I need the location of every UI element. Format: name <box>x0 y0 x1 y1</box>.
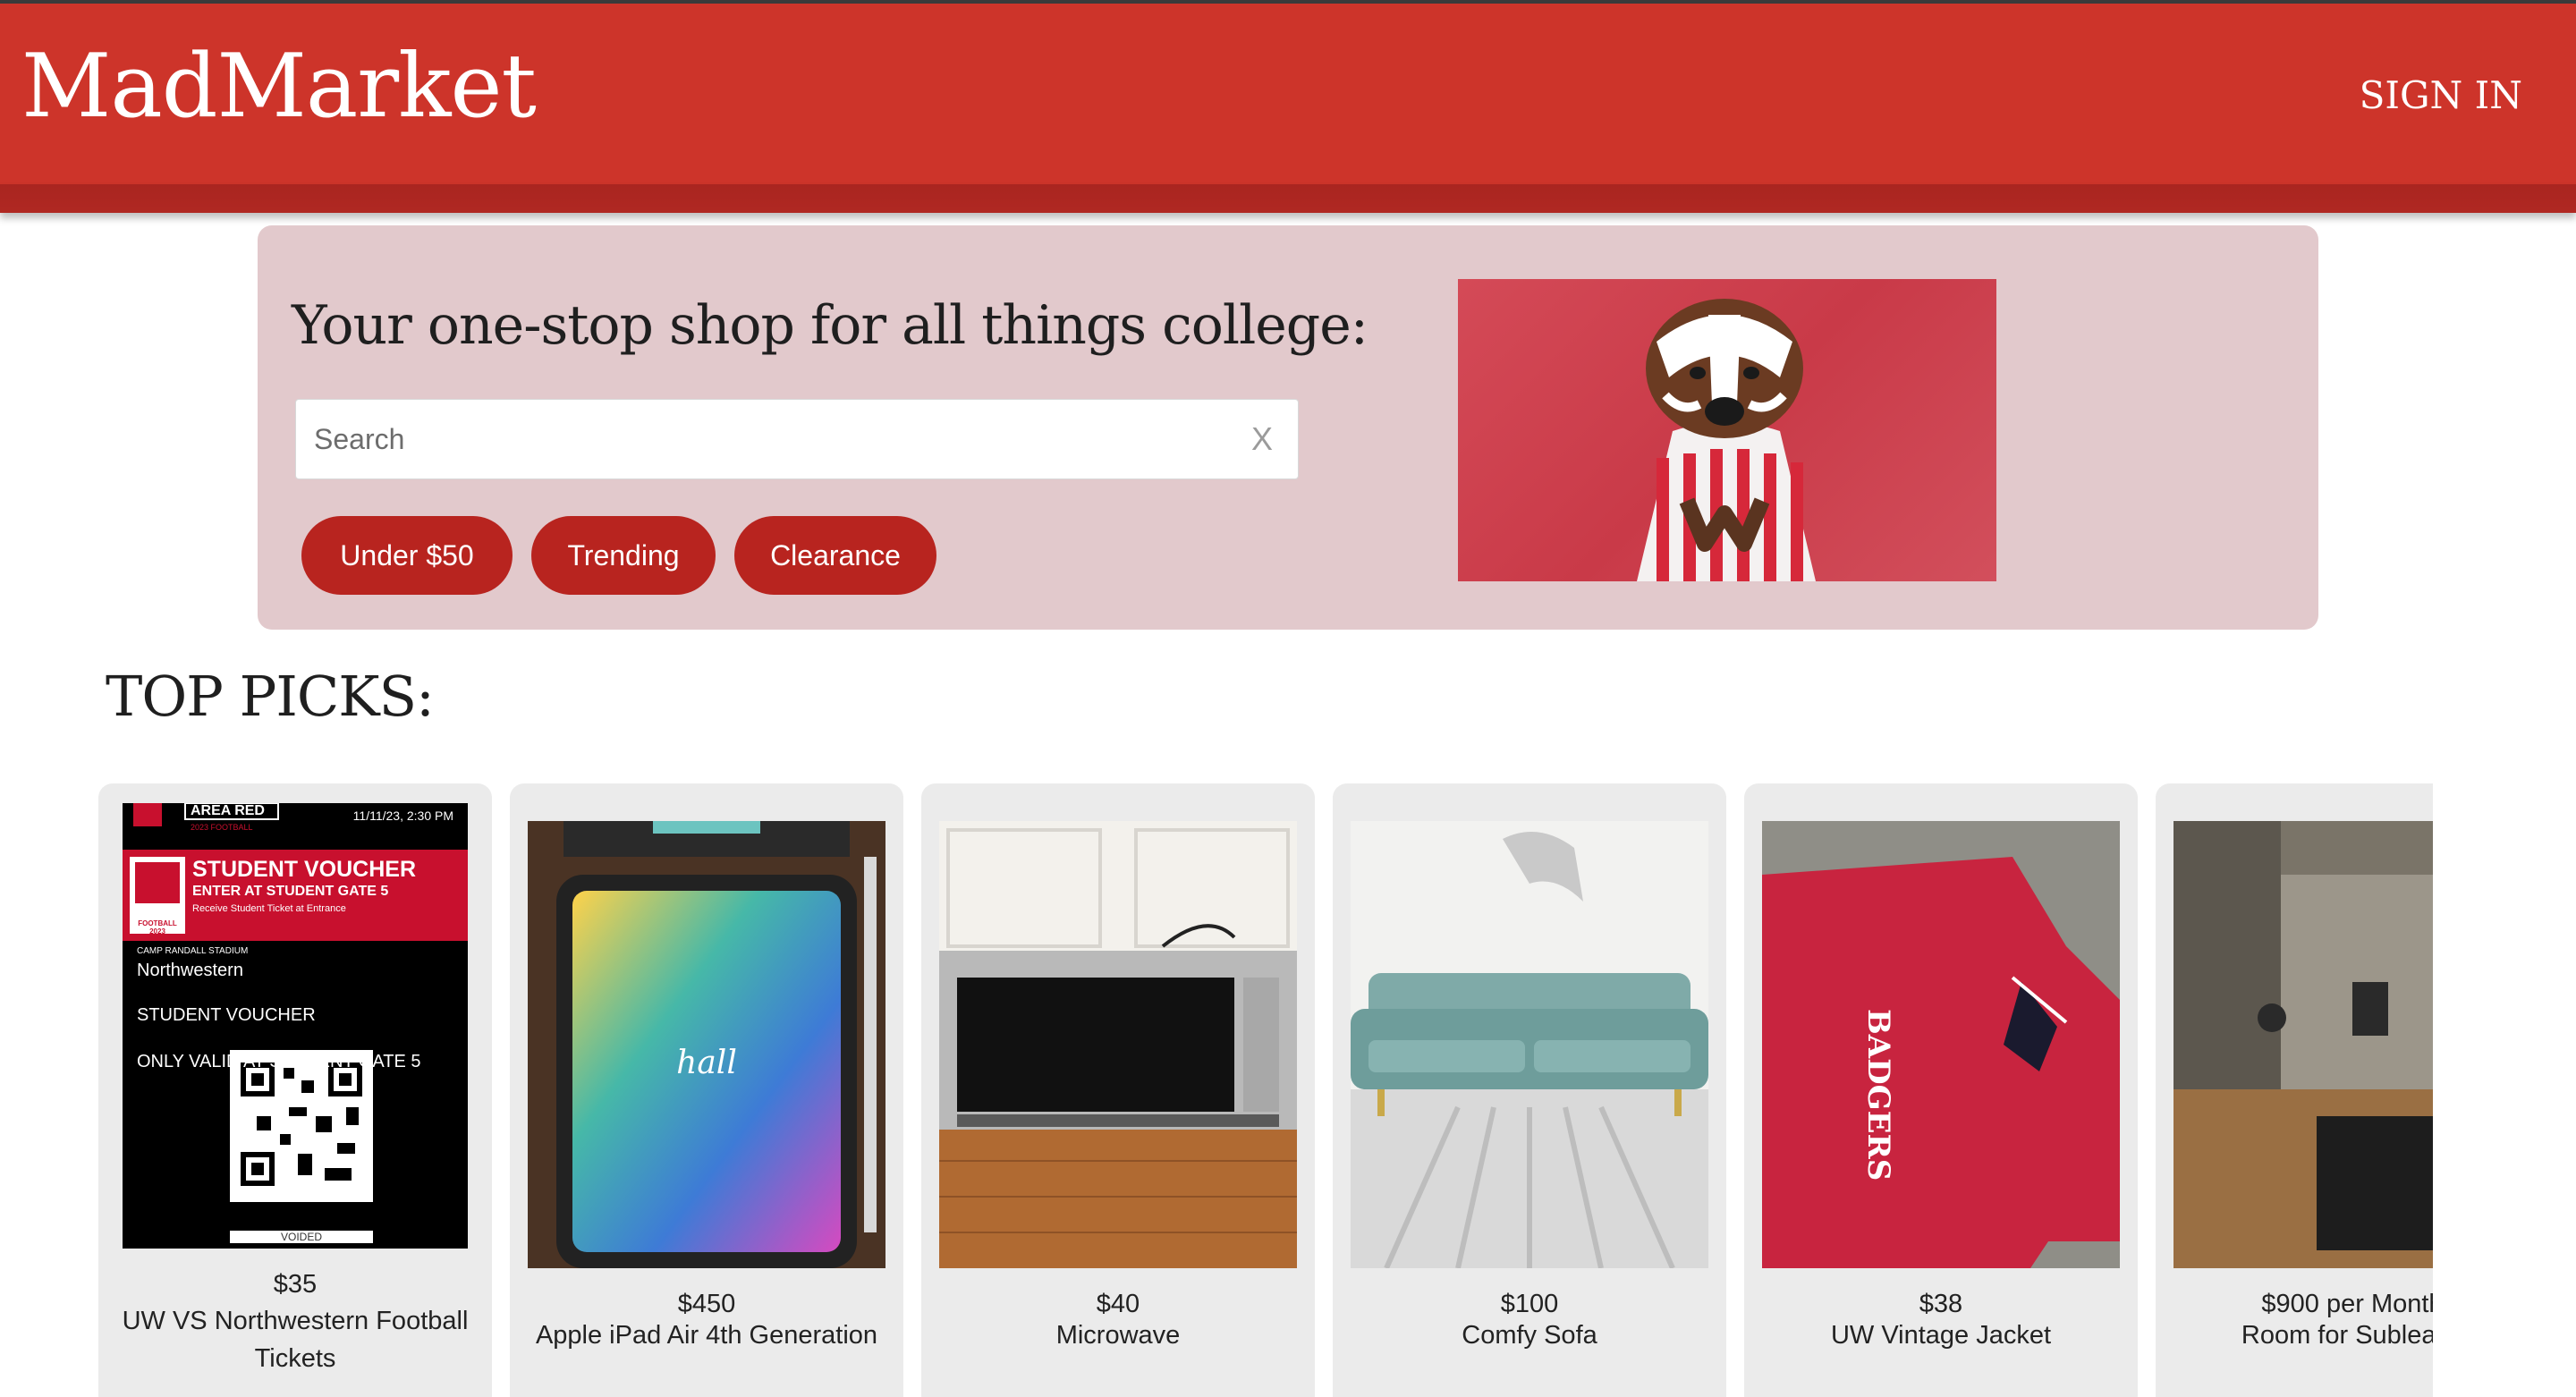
sign-in-button[interactable]: SIGN IN <box>2360 77 2522 114</box>
search-box: X <box>295 399 1299 479</box>
ticket-opponent: Northwestern <box>137 961 243 980</box>
top-picks-heading: TOP PICKS: <box>106 664 435 729</box>
ticket-logo-label: FOOTBALL 2023 <box>138 919 177 936</box>
product-price: $450 <box>677 1290 736 1318</box>
mascot-illustration <box>1637 299 1816 581</box>
ticket-voucher-title: STUDENT VOUCHER <box>192 857 417 882</box>
search-input[interactable] <box>296 400 1298 478</box>
mascot-badger-photo <box>1458 279 1996 581</box>
jacket-photo: BADGERS <box>1762 821 2120 1268</box>
clear-search-icon[interactable]: X <box>1251 423 1273 455</box>
ticket-voided-label: VOIDED <box>230 1231 373 1243</box>
product-card[interactable]: BADGERS $38 UW Vintage Jacket <box>1744 783 2138 1397</box>
ticket-line-1: STUDENT VOUCHER <box>137 1005 316 1025</box>
product-title: Microwave <box>1055 1321 1181 1350</box>
jacket-graphic <box>1762 821 2120 1268</box>
brand-logo[interactable]: MadMarket <box>21 43 537 131</box>
sofa-photo <box>1351 821 1708 1268</box>
app-header: MadMarket SIGN IN <box>0 4 2576 184</box>
filter-clearance-button[interactable]: Clearance <box>734 516 936 595</box>
ticket-datetime: 11/11/23, 2:30 PM <box>352 809 453 823</box>
product-price: $900 per Month <box>2261 1290 2433 1318</box>
product-card[interactable]: $40 Microwave <box>921 783 1315 1397</box>
hero-tagline: Your one-stop shop for all things colleg… <box>292 294 1368 357</box>
ticket-venue: CAMP RANDALL STADIUM <box>137 946 249 956</box>
ticket-receive-text: Receive Student Ticket at Entrance <box>192 903 346 914</box>
product-card[interactable]: $100 Comfy Sofa <box>1333 783 1726 1397</box>
sofa-graphic <box>1351 821 1708 1268</box>
top-picks-list: AREA RED 2023 FOOTBALL 11/11/23, 2:30 PM… <box>98 783 2433 1397</box>
ipad-photo: hall <box>528 821 886 1268</box>
filter-trending-button[interactable]: Trending <box>531 516 716 595</box>
product-price: $38 <box>1919 1290 1963 1318</box>
product-price: $100 <box>1500 1290 1559 1318</box>
ticket-gate-text: ENTER AT STUDENT GATE 5 <box>192 884 389 899</box>
ticket-season-text: 2023 FOOTBALL <box>191 823 253 832</box>
room-photo <box>2174 821 2433 1268</box>
product-title: UW VS Northwestern Football Tickets <box>122 1307 469 1373</box>
microwave-photo <box>939 821 1297 1268</box>
ticket-photo: AREA RED 2023 FOOTBALL 11/11/23, 2:30 PM… <box>123 803 468 1249</box>
product-card[interactable]: AREA RED 2023 FOOTBALL 11/11/23, 2:30 PM… <box>98 783 492 1397</box>
room-graphic <box>2174 821 2433 1268</box>
header-band <box>0 184 2576 213</box>
ipad-screen-text: hall <box>676 1045 737 1081</box>
product-price: $40 <box>1096 1290 1140 1318</box>
product-title: Apple iPad Air 4th Generation <box>535 1321 878 1350</box>
product-title: UW Vintage Jacket <box>1830 1321 2052 1350</box>
product-card[interactable]: hall $450 Apple iPad Air 4th Generation <box>510 783 903 1397</box>
product-title: Comfy Sofa <box>1462 1321 1597 1350</box>
ticket-area-text: AREA RED <box>191 803 265 818</box>
hero-banner: Your one-stop shop for all things colleg… <box>258 225 2318 630</box>
product-price: $35 <box>273 1270 318 1299</box>
filter-under-50-button[interactable]: Under $50 <box>301 516 513 595</box>
ticket-line-2: ONLY VALID AT STUDENT GATE 5 <box>137 1052 421 1071</box>
microwave-graphic <box>939 821 1297 1268</box>
product-card[interactable]: $900 per Month Room for Sublease <box>2156 783 2433 1397</box>
jacket-print-text: BADGERS <box>1860 1009 1896 1181</box>
product-title: Room for Sublease <box>2241 1321 2433 1350</box>
